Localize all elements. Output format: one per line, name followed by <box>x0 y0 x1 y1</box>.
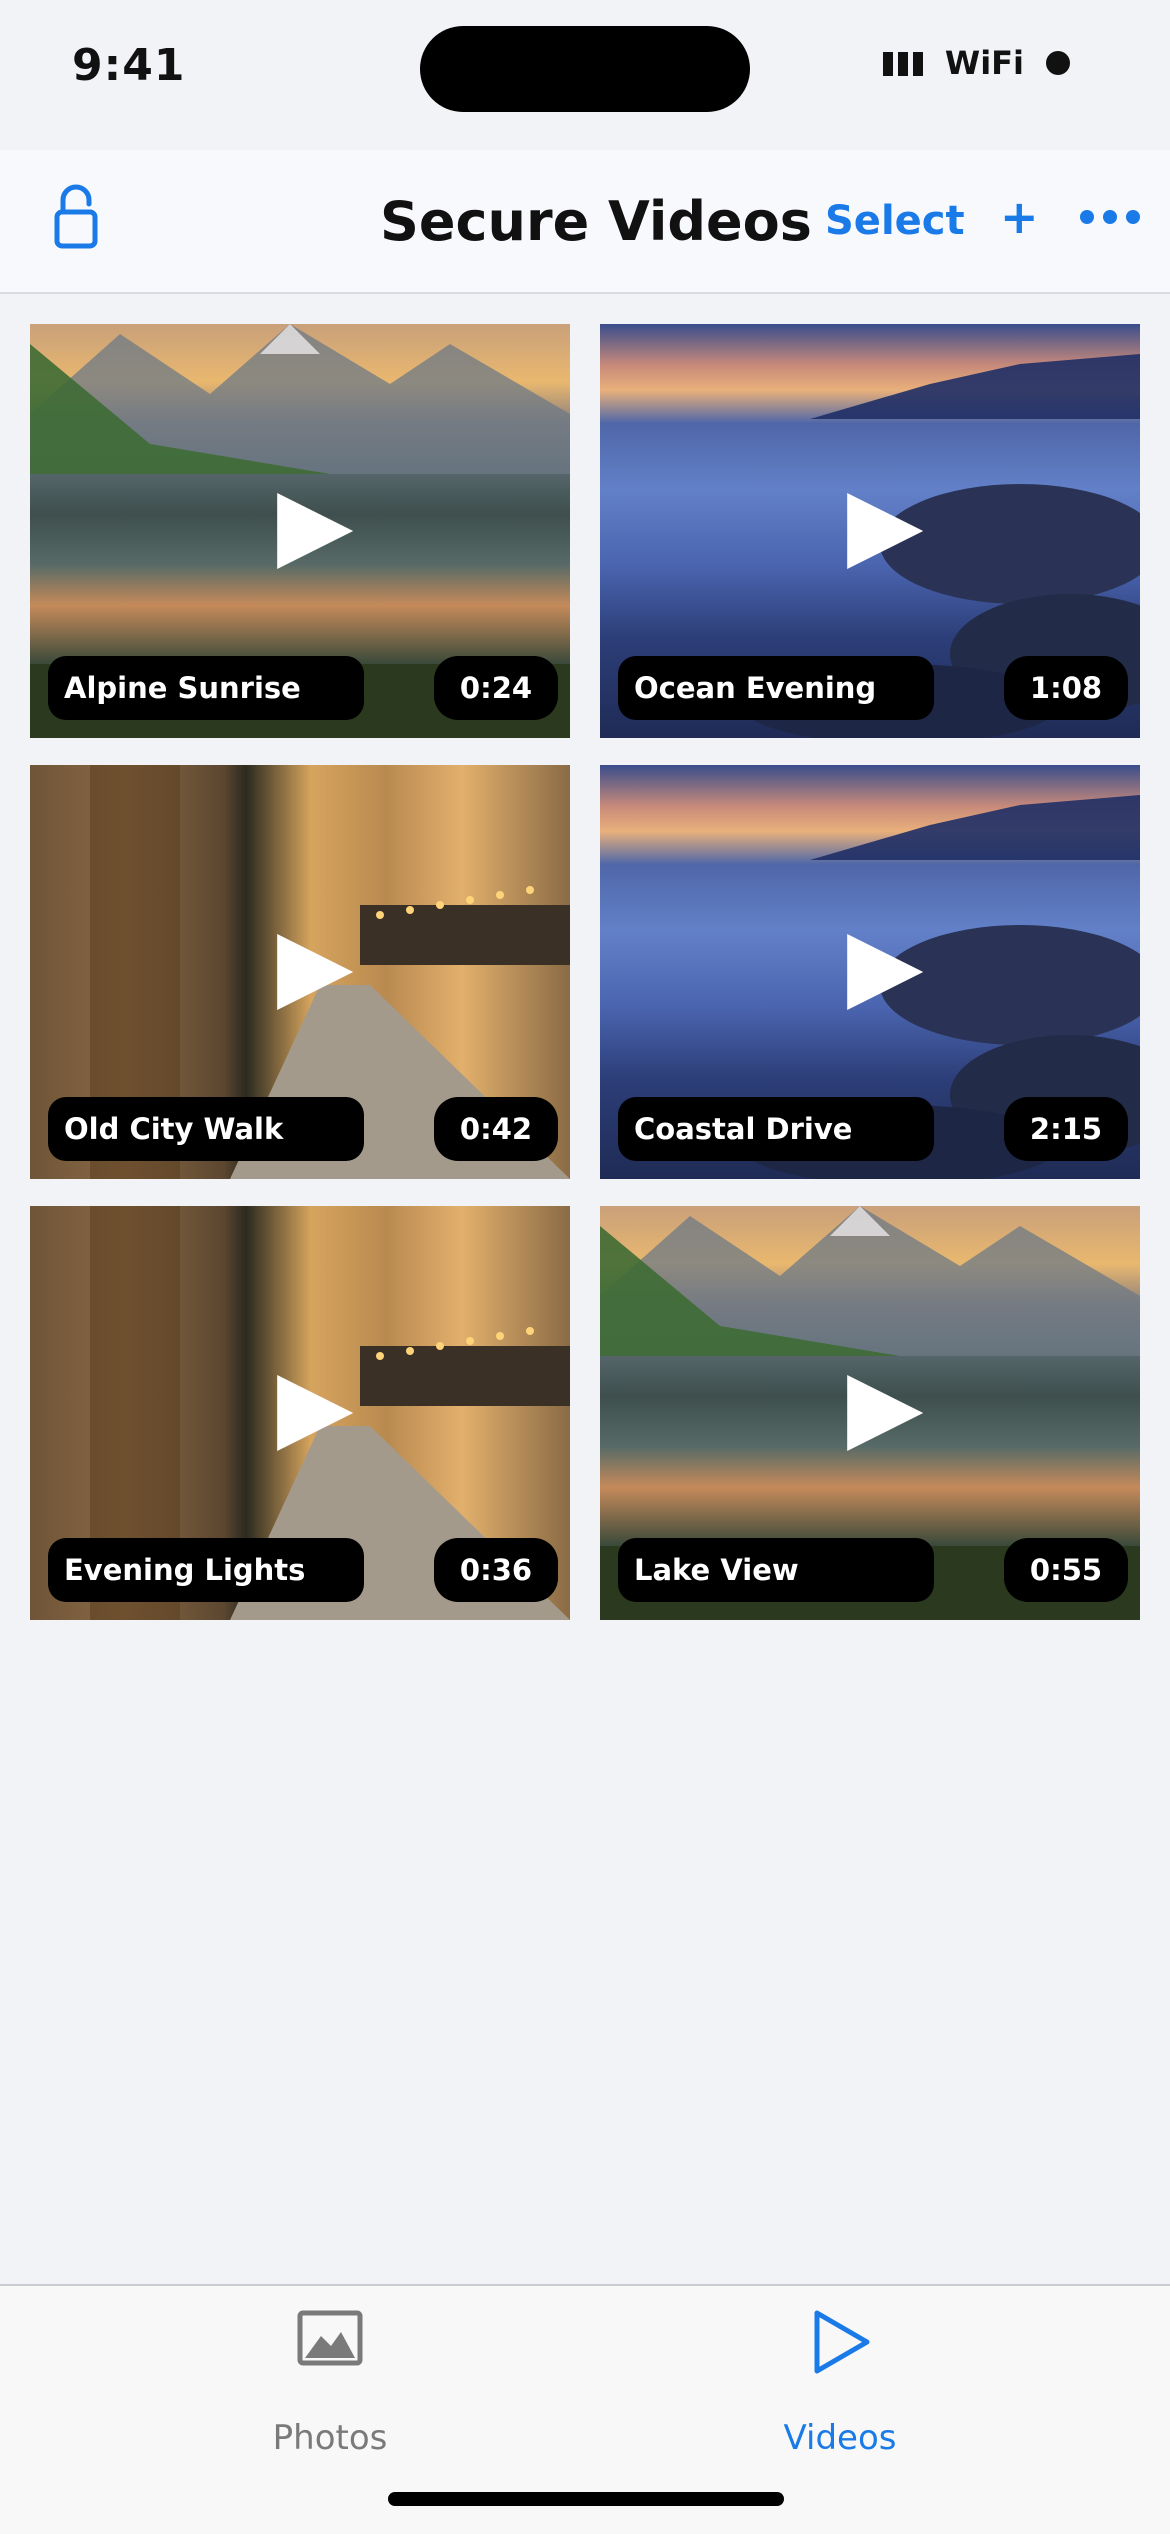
play-icon <box>847 1375 924 1451</box>
status-bar: 9:41 WiFi <box>0 0 1170 150</box>
video-title: Alpine Sunrise <box>48 656 364 720</box>
wifi-label: WiFi <box>944 44 1024 82</box>
video-tile[interactable]: Evening Lights 0:36 <box>30 1206 570 1620</box>
video-title: Coastal Drive <box>618 1097 934 1161</box>
play-icon <box>277 1375 354 1451</box>
video-duration: 0:36 <box>434 1538 558 1602</box>
video-title: Lake View <box>618 1538 934 1602</box>
lock-icon[interactable] <box>54 182 98 250</box>
page-title: Secure Videos <box>380 190 812 253</box>
play-icon <box>277 934 354 1010</box>
tab-label: Videos <box>783 2418 897 2458</box>
video-title: Evening Lights <box>48 1538 364 1602</box>
video-tile[interactable]: Coastal Drive 2:15 <box>600 765 1140 1179</box>
video-tile[interactable]: Old City Walk 0:42 <box>30 765 570 1179</box>
photo-icon <box>297 2310 363 2366</box>
video-duration: 1:08 <box>1004 656 1128 720</box>
video-duration: 0:42 <box>434 1097 558 1161</box>
navigation-bar: Secure Videos Select + <box>0 150 1170 294</box>
play-icon <box>847 493 924 569</box>
add-button[interactable]: + <box>1000 190 1039 244</box>
play-icon <box>277 493 354 569</box>
dynamic-island <box>420 26 750 112</box>
tab-label: Photos <box>272 2418 388 2458</box>
video-tile[interactable]: Alpine Sunrise 0:24 <box>30 324 570 738</box>
video-tile[interactable]: Ocean Evening 1:08 <box>600 324 1140 738</box>
play-icon <box>814 2310 870 2374</box>
tab-photos[interactable]: Photos <box>45 2286 615 2486</box>
play-icon <box>847 934 924 1010</box>
status-indicators: WiFi <box>882 44 1070 82</box>
home-indicator[interactable] <box>388 2492 784 2506</box>
tab-videos[interactable]: Videos <box>545 2286 1135 2486</box>
video-duration: 0:55 <box>1004 1538 1128 1602</box>
status-time: 9:41 <box>72 40 186 91</box>
battery-icon <box>1046 51 1070 75</box>
ellipsis-icon[interactable] <box>1080 210 1140 224</box>
video-title: Ocean Evening <box>618 656 934 720</box>
video-duration: 0:24 <box>434 656 558 720</box>
signal-icon <box>882 50 923 76</box>
video-title: Old City Walk <box>48 1097 364 1161</box>
video-duration: 2:15 <box>1004 1097 1128 1161</box>
video-tile[interactable]: Lake View 0:55 <box>600 1206 1140 1620</box>
select-button[interactable]: Select <box>825 198 965 244</box>
